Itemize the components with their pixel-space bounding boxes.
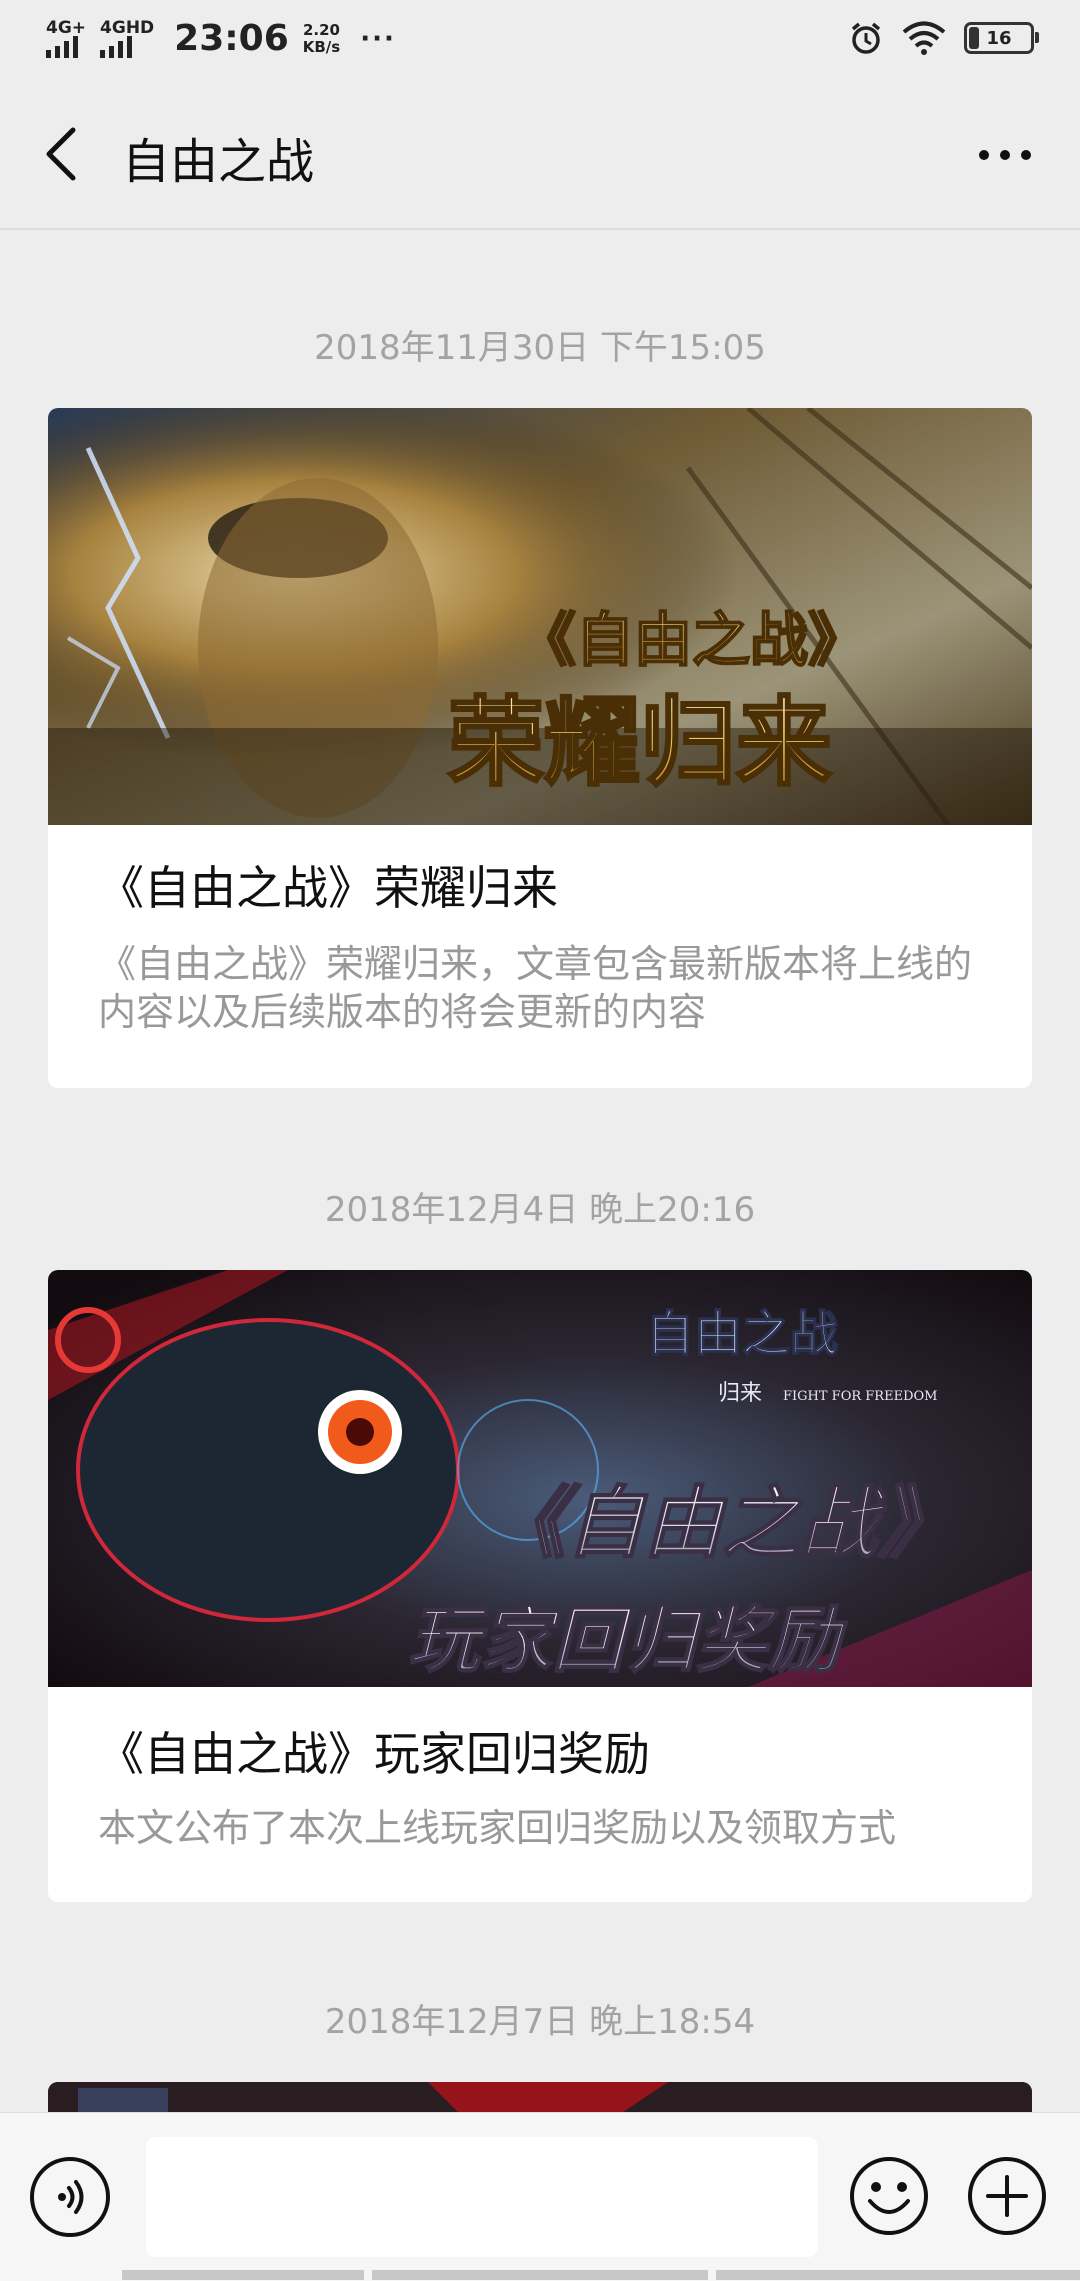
signal-1: 4G+ bbox=[46, 17, 87, 58]
article-cover-image: 《自由之战》 荣耀归来 bbox=[48, 408, 1032, 825]
speed-unit: KB/s bbox=[302, 37, 341, 56]
network-speed: 2.20 KB/s bbox=[302, 20, 341, 56]
cover-logo-en: FIGHT FOR FREEDOM bbox=[783, 1389, 937, 1404]
wifi-icon bbox=[902, 21, 946, 55]
speed-value: 2.20 bbox=[302, 20, 340, 39]
battery-fill bbox=[969, 27, 980, 49]
cover-art: 自由之战 归来 FIGHT FOR FREEDOM 《自由之战》 玩家回归奖励 bbox=[48, 1270, 1032, 1687]
battery-level: 16 bbox=[986, 27, 1012, 49]
article-description: 《自由之战》荣耀归来，文章包含最新版本将上线的内容以及后续版本的将会更新的内容 bbox=[98, 942, 973, 1034]
voice-icon bbox=[58, 2180, 84, 2214]
input-bar bbox=[0, 2112, 1080, 2281]
article-card[interactable]: 自由之战 归来 FIGHT FOR FREEDOM 《自由之战》 玩家回归奖励 … bbox=[48, 1270, 1032, 1902]
status-overflow: ··· bbox=[360, 23, 396, 54]
keyboard-suggestion-strip bbox=[0, 2270, 1080, 2280]
plus-icon bbox=[968, 2157, 1046, 2235]
cover-logo-sub: 归来 bbox=[718, 1381, 762, 1406]
article-cover-image: 自由之战 归来 FIGHT FOR FREEDOM 《自由之战》 玩家回归奖励 bbox=[48, 1270, 1032, 1687]
status-bar: 4G+ 4GHD 23:06 2.20 KB/s ··· 16 bbox=[0, 0, 1080, 80]
back-button[interactable] bbox=[36, 124, 86, 184]
cover-art: 《自由之战》 荣耀归来 bbox=[48, 408, 1032, 825]
voice-button[interactable] bbox=[30, 2157, 110, 2237]
more-dots-icon bbox=[979, 150, 1031, 160]
cover-text-2: 玩家回归奖励 bbox=[408, 1598, 848, 1682]
clock: 23:06 bbox=[174, 18, 289, 59]
chevron-left-icon bbox=[46, 127, 76, 181]
network-type-2: 4GHD bbox=[100, 17, 155, 38]
battery-indicator: 16 bbox=[964, 22, 1039, 54]
emoji-button[interactable] bbox=[848, 2155, 930, 2237]
status-left: 4G+ 4GHD 23:06 2.20 KB/s ··· bbox=[46, 18, 396, 59]
article-title: 《自由之战》玩家回归奖励 bbox=[98, 1727, 650, 1781]
cover-text-1: 《自由之战》 bbox=[488, 1479, 956, 1569]
message-input[interactable] bbox=[146, 2137, 818, 2257]
message-timestamp: 2018年11月30日 下午15:05 bbox=[314, 328, 766, 368]
message-timestamp: 2018年12月4日 晚上20:16 bbox=[324, 1190, 756, 1230]
signal-2: 4GHD bbox=[100, 17, 155, 58]
cover-logo: 自由之战 bbox=[646, 1306, 838, 1362]
status-right: 16 bbox=[848, 20, 1039, 56]
emoji-icon bbox=[850, 2157, 928, 2235]
cover-text-2: 荣耀归来 bbox=[448, 687, 832, 799]
article-description: 本文公布了本次上线玩家回归奖励以及领取方式 bbox=[98, 1806, 897, 1850]
plus-button[interactable] bbox=[966, 2155, 1048, 2237]
article-title: 《自由之战》荣耀归来 bbox=[98, 861, 558, 915]
article-card[interactable]: 《自由之战》 荣耀归来 《自由之战》荣耀归来 《自由之战》荣耀归来，文章包含最新… bbox=[48, 408, 1032, 1088]
alarm-icon bbox=[851, 22, 881, 54]
message-timestamp: 2018年12月7日 晚上18:54 bbox=[324, 2002, 756, 2042]
network-type-1: 4G+ bbox=[46, 17, 87, 38]
signal-bars-icon bbox=[46, 35, 78, 58]
more-button[interactable] bbox=[970, 130, 1040, 180]
cover-text-1: 《自由之战》 bbox=[518, 606, 866, 674]
nav-bar: 自由之战 bbox=[0, 80, 1080, 230]
page-title: 自由之战 bbox=[122, 134, 315, 190]
signal-bars-icon bbox=[100, 35, 133, 58]
